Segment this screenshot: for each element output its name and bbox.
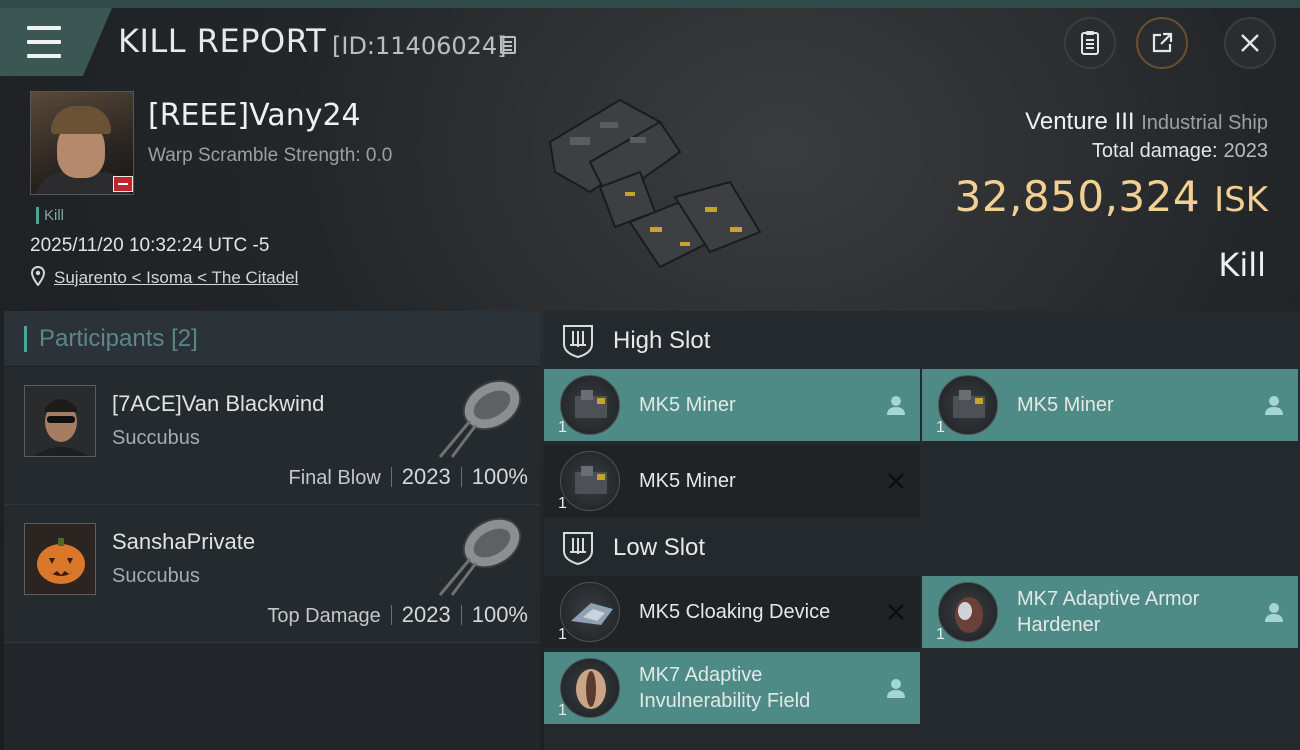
- total-damage-value: 2023: [1223, 140, 1269, 162]
- hamburger-icon: [27, 21, 61, 63]
- participant-avatar[interactable]: [24, 385, 96, 457]
- participant-damage: 2023: [401, 602, 451, 627]
- low-slot-label: Low Slot: [613, 534, 706, 561]
- module-quantity: 1: [936, 626, 945, 643]
- high-slot-icon: [563, 325, 593, 359]
- victim-status-badge: [113, 176, 133, 192]
- copy-icon[interactable]: [500, 36, 516, 54]
- clipboard-icon: [1081, 31, 1099, 55]
- warp-scramble-strength: Warp Scramble Strength: 0.0: [148, 145, 393, 166]
- participant-ship-icon[interactable]: [430, 371, 530, 463]
- ship-name[interactable]: Venture III: [1025, 108, 1134, 135]
- share-icon: [1152, 32, 1173, 53]
- armor-hardener-icon: [938, 582, 998, 642]
- module-low-3[interactable]: 1 MK7 Adaptive Invulnerability Field: [544, 652, 920, 724]
- invulnerability-field-icon: [560, 658, 620, 718]
- miner-module-icon: [938, 375, 998, 435]
- participants-header: Participants [2]: [4, 311, 540, 367]
- clipboard-button[interactable]: [1064, 17, 1116, 69]
- total-damage-label: Total damage:: [1091, 140, 1218, 162]
- high-slot-header: High Slot: [544, 311, 1300, 371]
- module-quantity: 1: [558, 702, 567, 719]
- module-low-1[interactable]: 1 MK5 Cloaking Device: [544, 576, 920, 648]
- ship-image: [548, 98, 762, 269]
- participant-ship: Succubus: [112, 565, 200, 587]
- total-damage-line: Total damage: 2023: [1092, 140, 1268, 163]
- isk-value-line: 32,850,324 ISK: [955, 172, 1268, 221]
- participant-percent: 100%: [471, 464, 528, 489]
- module-quantity: 1: [936, 419, 945, 436]
- module-low-2[interactable]: 1 MK7 Adaptive Armor Hardener: [922, 576, 1298, 648]
- participant-ship-icon[interactable]: [430, 509, 530, 601]
- cloaking-device-icon: [560, 582, 620, 642]
- report-id: [ID:11406024]: [332, 32, 507, 60]
- destroyed-x-icon: [888, 604, 904, 620]
- participant-role: Final Blow: [288, 467, 381, 489]
- low-slot-icon: [563, 532, 593, 566]
- module-name: MK5 Miner: [1017, 394, 1114, 416]
- result-label: Kill: [1218, 246, 1266, 284]
- location-link[interactable]: Sujarento < Isoma < The Citadel: [54, 268, 298, 288]
- ship-class: Industrial Ship: [1141, 112, 1268, 134]
- destroyed-x-icon: [888, 473, 904, 489]
- participant-percent: 100%: [471, 602, 528, 627]
- module-name: MK5 Miner: [639, 394, 736, 416]
- ship-name-line: Venture III Industrial Ship: [1025, 108, 1268, 136]
- low-slot-header: Low Slot: [544, 518, 1300, 578]
- person-icon: [887, 679, 905, 698]
- participant-row[interactable]: [7ACE]Van Blackwind Succubus Final Blow 2…: [4, 367, 540, 505]
- victim-name[interactable]: [REEE]Vany24: [148, 98, 361, 133]
- person-icon: [887, 396, 905, 415]
- participant-role: Top Damage: [267, 605, 381, 627]
- top-border: [0, 0, 1300, 8]
- module-name: MK7 Adaptive Armor Hardener: [1017, 588, 1200, 636]
- participant-avatar[interactable]: [24, 523, 96, 595]
- participant-damage: 2023: [401, 464, 451, 489]
- participant-name[interactable]: [7ACE]Van Blackwind: [112, 391, 324, 417]
- module-high-2[interactable]: 1 MK5 Miner: [922, 369, 1298, 441]
- menu-button[interactable]: [0, 8, 112, 76]
- person-icon: [1265, 603, 1283, 622]
- page-title: KILL REPORT: [118, 22, 327, 60]
- participants-count: [2]: [171, 324, 198, 352]
- isk-value: 32,850,324: [954, 172, 1201, 221]
- close-icon: [1241, 34, 1259, 52]
- module-name: MK7 Adaptive Invulnerability Field: [639, 664, 811, 712]
- module-quantity: 1: [558, 495, 567, 512]
- participant-stats: Final Blow 2023 100%: [289, 464, 529, 490]
- share-button[interactable]: [1136, 17, 1188, 69]
- participants-label: Participants: [39, 324, 165, 352]
- kill-timestamp: 2025/11/20 10:32:24 UTC -5: [30, 235, 270, 256]
- module-name: MK5 Cloaking Device: [639, 601, 831, 623]
- isk-unit: ISK: [1214, 180, 1268, 220]
- module-name: MK5 Miner: [639, 470, 736, 492]
- fitting-panel: High Slot 1 MK5 Miner 1 MK5 Miner 1 MK5 …: [544, 311, 1300, 750]
- kill-report-window: KILL REPORT [ID:11406024] [REEE]Vany24 W…: [0, 0, 1300, 750]
- person-icon: [1265, 396, 1283, 415]
- close-button[interactable]: [1224, 17, 1276, 69]
- participant-name[interactable]: SanshaPrivate: [112, 529, 255, 555]
- module-high-1[interactable]: 1 MK5 Miner: [544, 369, 920, 441]
- participant-row[interactable]: SanshaPrivate Succubus Top Damage 2023 100…: [4, 505, 540, 643]
- participant-stats: Top Damage 2023 100%: [267, 602, 528, 628]
- kill-type-tag: Kill: [36, 207, 64, 224]
- miner-module-icon: [560, 451, 620, 511]
- miner-module-icon: [560, 375, 620, 435]
- module-quantity: 1: [558, 626, 567, 643]
- high-slot-label: High Slot: [613, 327, 711, 354]
- participants-panel: Participants [2] [7ACE]Van Blackwind Suc…: [4, 311, 540, 750]
- module-high-3[interactable]: 1 MK5 Miner: [544, 445, 920, 517]
- module-quantity: 1: [558, 419, 567, 436]
- location-pin-icon: [30, 266, 46, 286]
- participant-ship: Succubus: [112, 427, 200, 449]
